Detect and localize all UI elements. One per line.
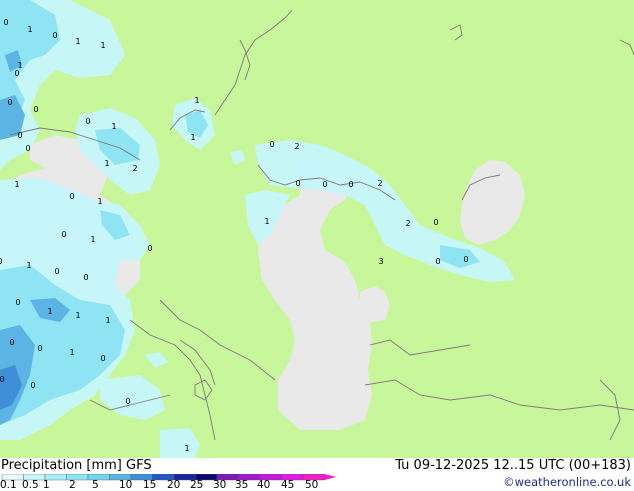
- legend-tick-label: 10: [119, 479, 133, 491]
- precip-value-label: 1: [184, 444, 189, 453]
- legend-tick-label: 45: [281, 479, 295, 491]
- legend-tick-label: 25: [190, 479, 204, 491]
- precip-value-label: 0: [85, 117, 90, 126]
- legend-arrow: [324, 474, 337, 480]
- precip-value-label: 0: [3, 18, 8, 27]
- precip-value-label: 1: [90, 235, 95, 244]
- precip-value-label: 3: [378, 257, 383, 266]
- precip-value-label: 2: [132, 164, 137, 173]
- precip-value-label: 0: [52, 31, 57, 40]
- precip-value-label: 1: [100, 41, 105, 50]
- precip-value-label: 0: [0, 375, 5, 384]
- legend-tick-label: 0.5: [22, 479, 39, 491]
- precip-value-label: 0: [17, 131, 22, 140]
- precip-value-label: 0: [37, 344, 42, 353]
- precip-value-label: 0: [7, 98, 12, 107]
- map-title: Precipitation [mm] GFS: [1, 458, 152, 473]
- legend-tick-label: 5: [92, 479, 99, 491]
- forecast-datetime: Tu 09-12-2025 12..15 UTC (00+183): [395, 458, 631, 473]
- precip-value-label: 1: [111, 122, 116, 131]
- precip-value-label: 0: [433, 218, 438, 227]
- legend-tick-label: 40: [257, 479, 271, 491]
- precip-value-label: 0: [0, 257, 3, 266]
- precip-value-label: 2: [377, 179, 382, 188]
- precip-value-label: 1: [104, 159, 109, 168]
- precip-value-label: 2: [294, 142, 299, 151]
- precip-value-label: 1: [97, 197, 102, 206]
- precip-value-label: 1: [26, 261, 31, 270]
- footer: Precipitation [mm] GFS Tu 09-12-2025 12.…: [0, 458, 634, 491]
- precip-value-label: 1: [75, 37, 80, 46]
- precip-value-label: 0: [435, 257, 440, 266]
- precip-value-label: 1: [14, 180, 19, 189]
- precip-value-label: 0: [463, 255, 468, 264]
- precip-value-label: 0: [100, 354, 105, 363]
- precip-value-label: 2: [405, 219, 410, 228]
- precip-value-label: 0: [15, 298, 20, 307]
- legend-tick-label: 15: [143, 479, 157, 491]
- legend-tick-label: 1: [43, 479, 50, 491]
- precip-value-label: 1: [105, 316, 110, 325]
- precip-value-label: 0: [30, 381, 35, 390]
- precip-value-label: 0: [9, 338, 14, 347]
- legend-tick-label: 35: [235, 479, 249, 491]
- precip-value-label: 0: [33, 105, 38, 114]
- precip-value-label: 1: [27, 25, 32, 34]
- precip-value-label: 0: [14, 69, 19, 78]
- precip-value-label: 0: [147, 244, 152, 253]
- legend-tick-label: 2: [69, 479, 76, 491]
- legend-tick-label: 20: [167, 479, 181, 491]
- precip-value-label: 1: [47, 307, 52, 316]
- precip-value-label: 1: [75, 311, 80, 320]
- precip-value-label: 0: [125, 397, 130, 406]
- precip-value-label: 0: [61, 230, 66, 239]
- precip-value-label: 1: [69, 348, 74, 357]
- precip-value-label: 0: [348, 180, 353, 189]
- credit-link[interactable]: ©weatheronline.co.uk: [503, 475, 631, 489]
- precip-value-label: 0: [69, 192, 74, 201]
- precip-value-label: 1: [190, 133, 195, 142]
- legend-tick-label: 0.1: [0, 479, 17, 491]
- precip-value-label: 0: [322, 180, 327, 189]
- precipitation-map: 0 1 0 1 1 1 0 0 0 0 1 0 0 1 2 1 0 1 1 0 0 0 0 1 0 0 1 1 1 0 0 1 0 0 0 0 1 1 1 0…: [0, 0, 634, 458]
- legend-tick-label: 50: [305, 479, 319, 491]
- precip-value-label: 0: [54, 267, 59, 276]
- legend-tick-label: 30: [213, 479, 227, 491]
- precip-value-label: 0: [83, 273, 88, 282]
- precip-value-label: 0: [25, 144, 30, 153]
- precip-value-label: 0: [295, 179, 300, 188]
- precip-value-label: 1: [194, 96, 199, 105]
- precip-value-label: 0: [269, 140, 274, 149]
- precip-value-label: 1: [264, 217, 269, 226]
